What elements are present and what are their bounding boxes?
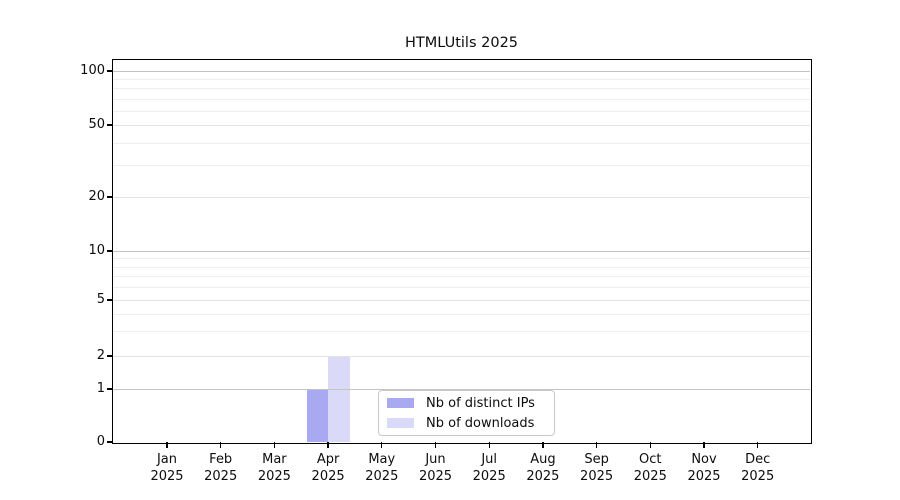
x-tick-mark [435,442,436,448]
y-tick-mark [107,196,113,197]
chart-figure: HTMLUtils 2025 0125102050100 Jan 2025Feb… [0,0,900,500]
minor-gridline [113,111,810,112]
gridlines-layer [113,60,810,442]
x-tick-mark [757,442,758,448]
x-tick-mark [703,442,704,448]
x-tick-label: Dec 2025 [726,452,790,485]
y-tick-label: 20 [53,188,105,206]
y-tick-label: 5 [53,291,105,309]
y-tick-label: 2 [53,347,105,365]
minor-gridline [113,79,810,80]
x-tick-mark [381,442,382,448]
decade-gridline [113,389,810,390]
minor-gridline [113,143,810,144]
x-tick-mark [166,442,167,448]
minor-gridline [113,331,810,332]
minor-gridline [113,276,810,277]
y-tick-mark [107,299,113,300]
x-tick-mark [327,442,328,448]
major-gridline [113,300,810,301]
x-tick-mark [220,442,221,448]
y-tick-mark [107,388,113,389]
y-tick-label: 0 [53,433,105,451]
minor-gridline [113,99,810,100]
y-tick-mark [107,355,113,356]
decade-gridline [113,251,810,252]
minor-gridline [113,258,810,259]
chart-title: HTMLUtils 2025 [113,35,810,51]
y-tick-label: 10 [53,242,105,260]
minor-gridline [113,165,810,166]
y-tick-mark [107,250,113,251]
minor-gridline [113,267,810,268]
x-tick-mark [542,442,543,448]
minor-gridline [113,314,810,315]
minor-gridline [113,88,810,89]
y-tick-mark [107,124,113,125]
decade-gridline [113,71,810,72]
y-tick-mark [107,70,113,71]
major-gridline [113,356,810,357]
major-gridline [113,125,810,126]
y-tick-label: 100 [53,62,105,80]
x-tick-mark [489,442,490,448]
y-tick-label: 1 [53,380,105,398]
y-tick-mark [107,441,113,442]
x-tick-mark [274,442,275,448]
x-tick-mark [650,442,651,448]
x-tick-mark [596,442,597,448]
minor-gridline [113,287,810,288]
y-tick-label: 50 [53,116,105,134]
major-gridline [113,197,810,198]
